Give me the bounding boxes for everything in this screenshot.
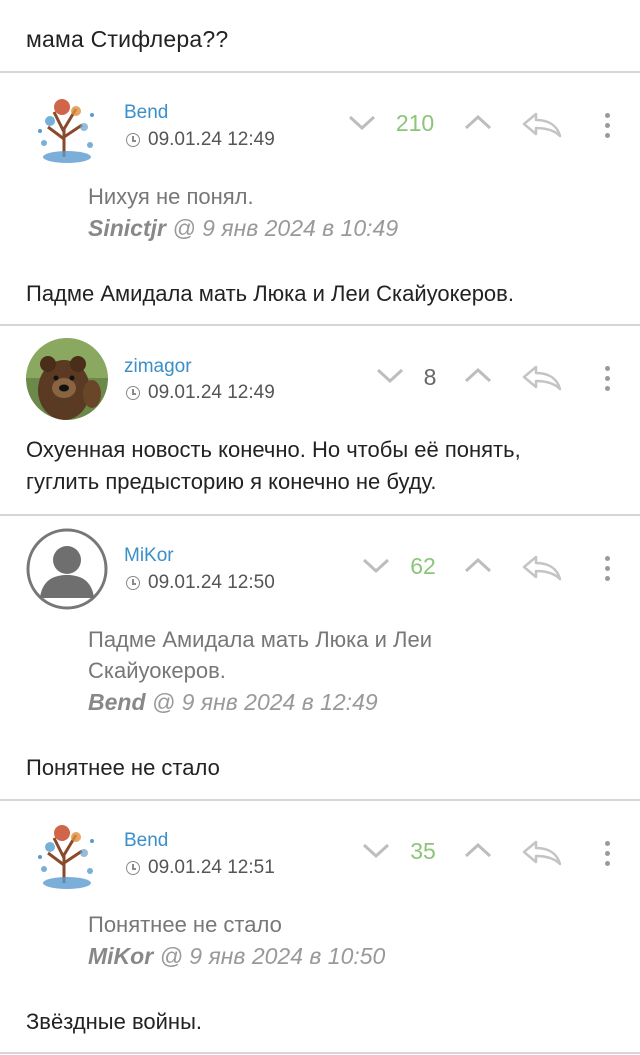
comment-score: 62 [410, 553, 436, 579]
quote-when: @ 9 янв 2024 в 12:49 [151, 689, 378, 715]
quote-when: @ 9 янв 2024 в 10:49 [172, 215, 399, 241]
divider [0, 514, 640, 516]
comment-text-line: Охуенная новость конечно. Но чтобы её по… [26, 437, 521, 462]
post-text-tail: мама Стифлера?? [26, 26, 229, 52]
vote-bar: 35 [0, 833, 640, 873]
divider [0, 799, 640, 801]
more-vertical-icon[interactable] [605, 366, 611, 394]
downvote-chevron-icon[interactable] [361, 555, 391, 575]
quote-text-line: Падме Амидала мать Люка и Леи [88, 627, 432, 652]
comment-score: 8 [423, 364, 437, 390]
reply-arrow-icon[interactable] [520, 363, 562, 391]
downvote-chevron-icon[interactable] [361, 840, 391, 860]
quote-text: Падме Амидала мать Люка и Леи Скайуокеро… [88, 624, 432, 686]
upvote-chevron-icon[interactable] [463, 555, 493, 575]
comment-text: Понятнее не стало [26, 755, 220, 780]
more-vertical-icon[interactable] [605, 841, 611, 869]
upvote-chevron-icon[interactable] [463, 112, 493, 132]
reply-arrow-icon[interactable] [520, 110, 562, 138]
upvote-chevron-icon[interactable] [463, 840, 493, 860]
more-vertical-icon[interactable] [605, 556, 611, 584]
quote-source[interactable]: Bend @ 9 янв 2024 в 12:49 [88, 689, 378, 716]
more-vertical-icon[interactable] [605, 113, 611, 141]
quote-author[interactable]: MiKor [88, 943, 153, 969]
reply-arrow-icon[interactable] [520, 838, 562, 866]
comment-text: Охуенная новость конечно. Но чтобы её по… [26, 434, 521, 498]
quote-text: Понятнее не стало [88, 912, 282, 937]
comment-text-line: гуглить предысторию я конечно не буду. [26, 469, 437, 494]
divider [0, 324, 640, 326]
quote-author[interactable]: Bend [88, 689, 146, 715]
quote-author[interactable]: Sinictjr [88, 215, 166, 241]
comment-text: Падме Амидала мать Люка и Леи Скайуокеро… [26, 281, 514, 306]
upvote-chevron-icon[interactable] [463, 365, 493, 385]
quote-text-line: Скайуокеров. [88, 658, 226, 683]
comment-score: 35 [410, 838, 436, 864]
vote-bar: 210 [0, 105, 640, 145]
vote-bar: 62 [0, 548, 640, 588]
divider [0, 71, 640, 73]
comment-score: 210 [395, 110, 435, 136]
comment-text: Звёздные войны. [26, 1009, 202, 1034]
reply-arrow-icon[interactable] [520, 553, 562, 581]
quote-text: Нихуя не понял. [88, 184, 254, 209]
quote-source[interactable]: Sinictjr @ 9 янв 2024 в 10:49 [88, 215, 398, 242]
divider [0, 1052, 640, 1054]
vote-bar: 8 [0, 358, 640, 398]
downvote-chevron-icon[interactable] [347, 112, 377, 132]
quote-when: @ 9 янв 2024 в 10:50 [159, 943, 386, 969]
quote-source[interactable]: MiKor @ 9 янв 2024 в 10:50 [88, 943, 385, 970]
